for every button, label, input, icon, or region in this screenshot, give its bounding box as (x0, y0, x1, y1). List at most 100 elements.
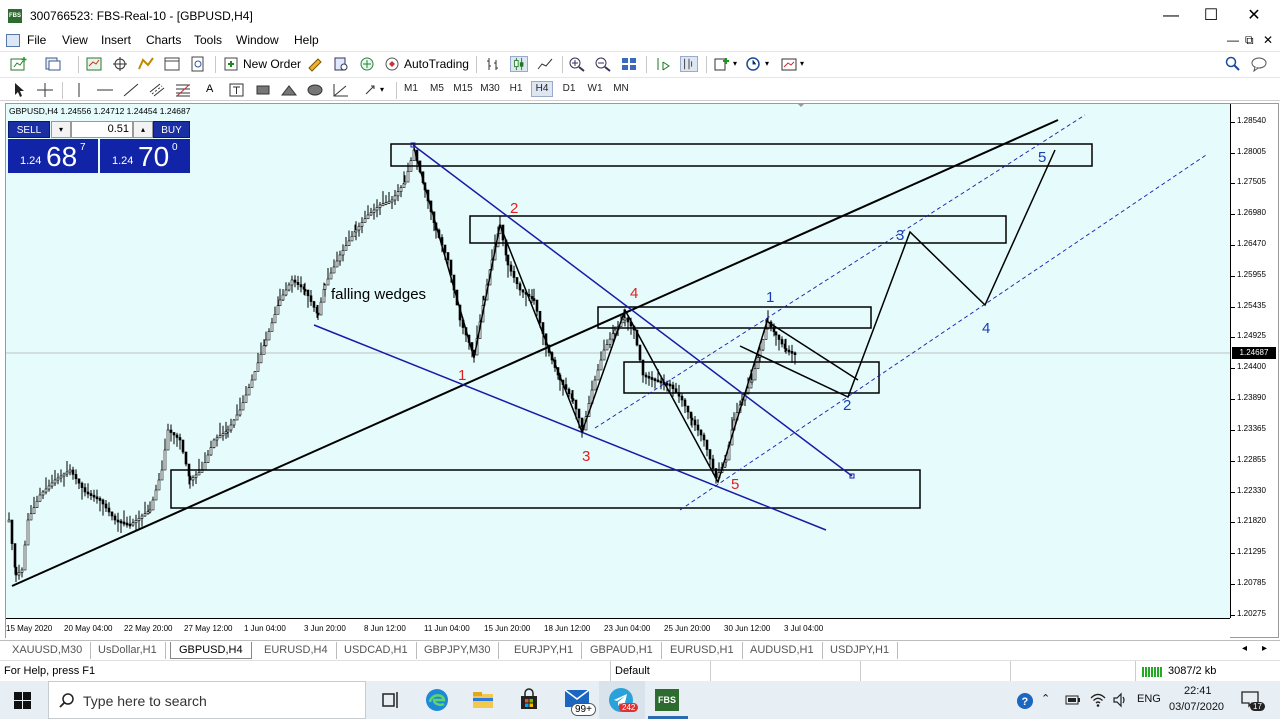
metaeditor-icon[interactable] (306, 56, 324, 72)
bar-chart-icon[interactable] (484, 56, 502, 72)
candlestick-chart-icon[interactable] (510, 56, 528, 72)
profiles-icon[interactable] (44, 56, 62, 72)
time-axis[interactable]: 15 May 2020 20 May 04:00 22 May 20:00 27 Ma… (6, 618, 1230, 638)
clock-time[interactable]: 22:41 (1184, 685, 1212, 697)
templates-icon[interactable] (780, 56, 798, 72)
autotrading-button[interactable]: AutoTrading (404, 57, 469, 71)
line-chart-icon[interactable] (536, 56, 554, 72)
fbs-app-icon[interactable]: FBS (655, 689, 679, 711)
timeframe-m5[interactable]: M5 (426, 83, 448, 94)
price-axis[interactable]: 1.28540 1.28005 1.27505 1.26980 1.26470 1.259… (1230, 104, 1278, 618)
menu-window[interactable]: Window (236, 33, 279, 47)
help-tray-icon[interactable]: ? (1016, 692, 1034, 710)
tab-scroll-left-icon[interactable]: ◂ (1242, 643, 1247, 654)
microsoft-store-icon[interactable] (516, 687, 542, 713)
timeframe-m1[interactable]: M1 (400, 83, 422, 94)
arrows-dropdown-icon[interactable]: ▾ (380, 85, 384, 94)
indicators-dropdown-icon[interactable]: ▾ (733, 59, 737, 68)
windows-start-icon[interactable] (14, 692, 31, 709)
menu-charts[interactable]: Charts (146, 33, 181, 47)
chart-tab[interactable]: XAUUSD,M30 (4, 642, 92, 659)
sell-button[interactable]: SELL (8, 121, 50, 138)
timeframe-m30[interactable]: M30 (479, 83, 501, 94)
menu-help[interactable]: Help (294, 33, 319, 47)
auto-scroll-icon[interactable] (680, 56, 698, 72)
chart-tab[interactable]: UsDollar,H1 (90, 642, 166, 659)
chart-tab[interactable]: GBPJPY,M30 (416, 642, 500, 659)
fibonacci-icon[interactable] (174, 82, 192, 98)
text-label-icon[interactable] (228, 82, 246, 98)
close-button[interactable]: ✕ (1231, 0, 1277, 32)
volume-down-icon[interactable]: ▾ (51, 121, 71, 138)
volume-icon[interactable] (1112, 692, 1128, 708)
new-chart-icon[interactable] (10, 56, 28, 72)
zoom-in-icon[interactable] (568, 56, 586, 72)
new-order-icon[interactable] (223, 56, 241, 72)
signals-icon[interactable] (332, 56, 350, 72)
sell-price[interactable]: 1.24 68 7 (8, 139, 98, 173)
chart-tab[interactable]: USDJPY,H1 (822, 642, 899, 659)
trendline-icon[interactable] (122, 82, 140, 98)
buy-price[interactable]: 1.24 70 0 (100, 139, 190, 173)
language-indicator[interactable]: ENG (1137, 693, 1161, 705)
timeframe-mn[interactable]: MN (610, 83, 632, 94)
maximize-button[interactable]: ☐ (1188, 0, 1234, 32)
menu-tools[interactable]: Tools (194, 33, 222, 47)
timeframe-w1[interactable]: W1 (584, 83, 606, 94)
terminal-icon[interactable] (163, 56, 181, 72)
document-icon[interactable] (6, 34, 20, 47)
indicators-icon[interactable] (713, 56, 731, 72)
strategy-tester-icon[interactable] (189, 56, 207, 72)
chart-tab[interactable]: EURJPY,H1 (506, 642, 583, 659)
navigator-crosshair-icon[interactable] (111, 56, 129, 72)
crosshair-icon[interactable] (36, 82, 54, 98)
chart-tab[interactable]: GBPAUD,H1 (582, 642, 662, 659)
mdi-close-button[interactable]: ✕ (1263, 33, 1273, 47)
timeframe-m15[interactable]: M15 (452, 83, 474, 94)
periods-clock-icon[interactable] (745, 56, 763, 72)
price-chart[interactable]: falling wedges 1 2 3 4 5 1 2 3 4 5 (6, 104, 1230, 618)
show-hidden-icons-icon[interactable]: ⌃ (1041, 692, 1050, 705)
chart-tab[interactable]: EURUSD,H4 (256, 642, 337, 659)
edge-browser-icon[interactable] (424, 687, 450, 713)
mail-app[interactable]: 99+ (560, 685, 598, 717)
taskbar-search-box[interactable]: Type here to search (48, 681, 366, 719)
chart-shift-icon[interactable] (654, 56, 672, 72)
buy-button[interactable]: BUY (153, 121, 190, 138)
tile-windows-icon[interactable] (620, 56, 638, 72)
ellipse-icon[interactable] (306, 82, 324, 98)
market-watch-icon[interactable] (85, 56, 103, 72)
rectangle-icon[interactable] (254, 82, 272, 98)
chart-tab[interactable]: USDCAD,H1 (336, 642, 417, 659)
equidistant-channel-icon[interactable] (148, 82, 166, 98)
cursor-icon[interactable] (10, 82, 28, 98)
clock-date[interactable]: 03/07/2020 (1169, 701, 1224, 713)
arrows-icon[interactable] (362, 82, 380, 98)
chart-plot-area[interactable]: falling wedges 1 2 3 4 5 1 2 3 4 5 (6, 104, 1230, 618)
tab-scroll-right-icon[interactable]: ▸ (1262, 643, 1267, 654)
chart-tab[interactable]: AUDUSD,H1 (742, 642, 823, 659)
chat-icon[interactable] (1250, 56, 1268, 72)
horizontal-line-icon[interactable] (96, 82, 114, 98)
vertical-line-icon[interactable] (70, 82, 88, 98)
market-icon[interactable] (358, 56, 376, 72)
navigator-icon[interactable] (137, 56, 155, 72)
chart-tab[interactable]: GBPUSD,H4 (170, 642, 252, 659)
menu-insert[interactable]: Insert (101, 33, 131, 47)
file-explorer-icon[interactable] (470, 687, 496, 713)
wifi-icon[interactable] (1090, 692, 1106, 708)
text-tool-icon[interactable]: A (206, 83, 213, 95)
fibonacci-fan-icon[interactable] (332, 82, 350, 98)
volume-input[interactable]: 0.51 (71, 121, 133, 138)
zoom-out-icon[interactable] (594, 56, 612, 72)
triangle-icon[interactable] (280, 82, 298, 98)
timeframe-h4[interactable]: H4 (531, 81, 553, 97)
mdi-minimize-button[interactable]: — (1227, 33, 1239, 47)
templates-dropdown-icon[interactable]: ▾ (800, 59, 804, 68)
chart-tab[interactable]: EURUSD,H1 (662, 642, 743, 659)
mdi-restore-button[interactable]: ⧉ (1245, 33, 1254, 48)
search-icon[interactable] (1224, 56, 1242, 72)
autotrading-icon[interactable] (384, 56, 402, 72)
volume-up-icon[interactable]: ▴ (133, 121, 153, 138)
telegram-app[interactable]: 242 (599, 681, 645, 719)
